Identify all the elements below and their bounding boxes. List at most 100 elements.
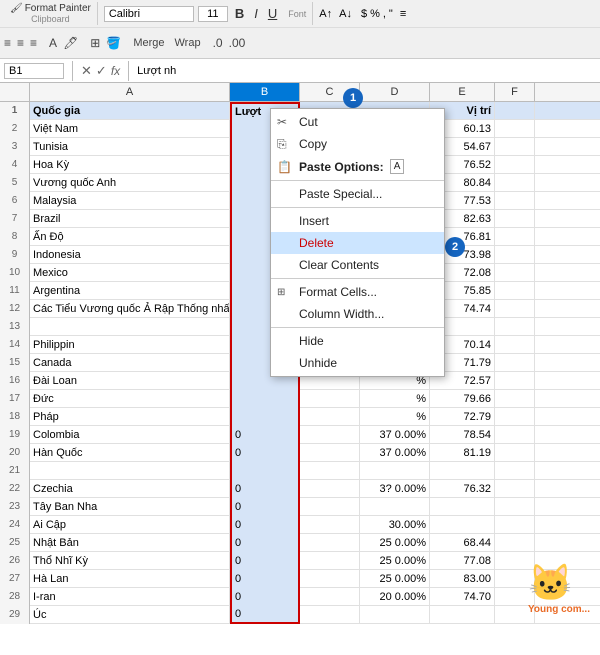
cell-f[interactable] <box>495 138 535 156</box>
highlight-icon[interactable]: 🖊 <box>63 36 78 50</box>
cell-b[interactable] <box>230 390 300 408</box>
menu-clear-contents[interactable]: Clear Contents <box>271 254 444 276</box>
cell-a[interactable]: Brazil <box>30 210 230 228</box>
cell-a[interactable]: Canada <box>30 354 230 372</box>
paste-option-box[interactable]: A <box>390 159 405 174</box>
cell-d[interactable]: 20 0.00% <box>360 588 430 606</box>
col-header-d[interactable]: D <box>360 83 430 101</box>
cell-f[interactable] <box>495 444 535 462</box>
cell-e[interactable]: 78.54 <box>430 426 495 444</box>
cell-c[interactable] <box>300 444 360 462</box>
cell-d[interactable]: 3? 0.00% <box>360 480 430 498</box>
cell-c[interactable] <box>300 498 360 516</box>
cell-f[interactable] <box>495 480 535 498</box>
bold-button[interactable]: B <box>232 5 247 22</box>
align-center-icon[interactable]: ≡ <box>17 36 24 50</box>
menu-cut[interactable]: ✂ Cut <box>271 111 444 133</box>
cell-e[interactable]: 72.79 <box>430 408 495 426</box>
cell-f[interactable] <box>495 516 535 534</box>
menu-hide[interactable]: Hide <box>271 330 444 352</box>
cell-a[interactable]: Hoa Kỳ <box>30 156 230 174</box>
cell-f[interactable] <box>495 372 535 390</box>
cell-e[interactable]: 79.66 <box>430 390 495 408</box>
cell-f[interactable] <box>495 318 535 336</box>
font-name-input[interactable] <box>104 6 194 22</box>
cell-b[interactable]: 0 <box>230 534 300 552</box>
decimal-decrease-icon[interactable]: .00 <box>229 36 246 50</box>
cell-a[interactable]: Việt Nam <box>30 120 230 138</box>
cell-d[interactable]: 37 0.00% <box>360 444 430 462</box>
cell-b[interactable]: 0 <box>230 552 300 570</box>
cell-c[interactable] <box>300 390 360 408</box>
cell-c[interactable] <box>300 552 360 570</box>
cell-f[interactable] <box>495 462 535 480</box>
quote-icon[interactable]: " <box>389 8 393 20</box>
cell-e[interactable] <box>430 498 495 516</box>
format-painter-button[interactable]: 🖌 Format Painter <box>10 3 91 14</box>
cell-a[interactable]: Đức <box>30 390 230 408</box>
cell-c[interactable] <box>300 480 360 498</box>
cancel-formula-icon[interactable]: ✕ <box>81 63 92 79</box>
cell-a[interactable]: Vương quốc Anh <box>30 174 230 192</box>
insert-function-icon[interactable]: fx <box>111 64 120 78</box>
cell-d[interactable]: 25 0.00% <box>360 552 430 570</box>
percent-icon[interactable]: % <box>370 8 380 20</box>
cell-a[interactable]: Hàn Quốc <box>30 444 230 462</box>
cell-a[interactable]: Indonesia <box>30 246 230 264</box>
cell-f[interactable] <box>495 282 535 300</box>
italic-button[interactable]: I <box>251 5 261 22</box>
cell-f[interactable] <box>495 408 535 426</box>
cell-b[interactable]: 0 <box>230 570 300 588</box>
menu-column-width[interactable]: Column Width... <box>271 303 444 325</box>
cell-f[interactable] <box>495 192 535 210</box>
underline-button[interactable]: U <box>265 5 280 22</box>
cell-c[interactable] <box>300 606 360 624</box>
border-icon[interactable]: ⊞ <box>90 36 100 50</box>
cell-a[interactable]: Nhật Bản <box>30 534 230 552</box>
cell-f[interactable] <box>495 300 535 318</box>
cell-b[interactable]: 0 <box>230 606 300 624</box>
cell-a[interactable]: Thổ Nhĩ Kỳ <box>30 552 230 570</box>
cell-d[interactable]: % <box>360 390 430 408</box>
fill-color-icon[interactable]: 🪣 <box>106 36 121 50</box>
cell-a[interactable]: Pháp <box>30 408 230 426</box>
currency-icon[interactable]: $ <box>361 8 367 20</box>
menu-format-cells[interactable]: ⊞ Format Cells... <box>271 281 444 303</box>
cell-a[interactable]: Mexico <box>30 264 230 282</box>
cell-a[interactable]: Malaysia <box>30 192 230 210</box>
cell-f[interactable] <box>495 498 535 516</box>
cell-a[interactable]: Ai Cập <box>30 516 230 534</box>
cell-e[interactable]: 77.08 <box>430 552 495 570</box>
font-size-increase-icon[interactable]: A↑ <box>319 8 332 20</box>
cell-d[interactable] <box>360 498 430 516</box>
col-header-f[interactable]: F <box>495 83 535 101</box>
formula-input[interactable] <box>133 64 600 78</box>
menu-copy[interactable]: ⎘ Copy <box>271 133 444 155</box>
cell-d[interactable] <box>360 462 430 480</box>
name-box[interactable] <box>4 63 64 79</box>
cell-a[interactable]: Các Tiểu Vương quốc Ả Rập Thống nhất <box>30 300 230 318</box>
cell-f[interactable] <box>495 156 535 174</box>
menu-delete[interactable]: Delete <box>271 232 444 254</box>
align-icon[interactable]: ≡ <box>400 8 406 20</box>
menu-insert[interactable]: Insert <box>271 210 444 232</box>
cell-e[interactable]: 83.00 <box>430 570 495 588</box>
col-header-a[interactable]: A <box>30 83 230 101</box>
cell-b[interactable]: 0 <box>230 516 300 534</box>
cell-d[interactable]: 25 0.00% <box>360 534 430 552</box>
cell-a[interactable] <box>30 318 230 336</box>
cell-c[interactable] <box>300 588 360 606</box>
confirm-formula-icon[interactable]: ✓ <box>96 63 107 79</box>
col-header-b[interactable]: B <box>230 83 300 101</box>
cell-d[interactable]: 30.00% <box>360 516 430 534</box>
menu-paste-options[interactable]: 📋 Paste Options: A <box>271 155 444 178</box>
cell-f[interactable] <box>495 390 535 408</box>
cell-a[interactable]: Argentina <box>30 282 230 300</box>
cell-c[interactable] <box>300 408 360 426</box>
cell-c[interactable] <box>300 462 360 480</box>
cell-b[interactable]: 0 <box>230 444 300 462</box>
cell-d[interactable] <box>360 606 430 624</box>
font-size-input[interactable] <box>198 6 228 22</box>
cell-d[interactable]: 37 0.00% <box>360 426 430 444</box>
cell-a[interactable]: Tunisia <box>30 138 230 156</box>
